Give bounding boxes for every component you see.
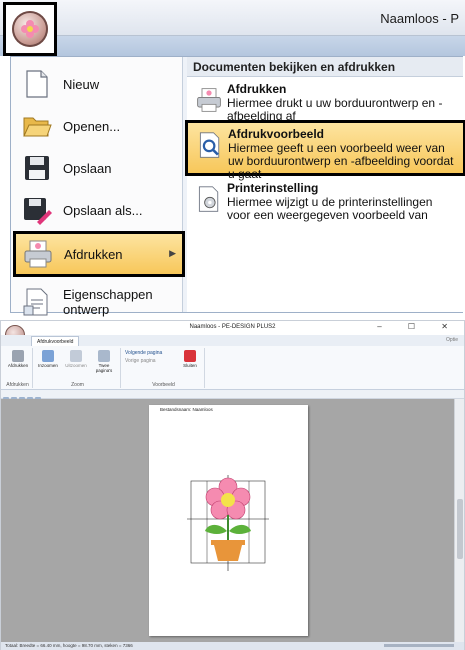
ribbon-group-preview: Volgende pagina Vorige pagina Sluiten Vo… — [123, 348, 205, 388]
submenu-item-title: Afdrukvoorbeeld — [228, 127, 325, 141]
submenu-item-title: Printerinstelling — [227, 181, 319, 195]
menu-item-save[interactable]: Opslaan — [15, 145, 179, 191]
printer-icon — [22, 238, 54, 270]
button-label: Volgende pagina — [125, 350, 163, 356]
two-pages-icon — [98, 350, 110, 362]
menu-item-print[interactable]: Afdrukken ▶ — [13, 231, 185, 277]
print-preview-icon — [196, 131, 224, 159]
menu-item-open[interactable]: Openen... — [15, 103, 179, 149]
options-menu[interactable]: Optie — [446, 337, 458, 343]
window-title-bar: Naamloos - PE-DESIGN PLUS2 – ☐ ✕ — [1, 321, 464, 335]
scrollbar-thumb[interactable] — [457, 499, 463, 559]
menu-commands: Nieuw Openen... Opslaan Opslaan als... A… — [11, 57, 185, 317]
floppy-disk-icon — [21, 152, 53, 184]
title-bar: Naamloos - P — [0, 0, 465, 36]
ribbon-group-zoom: Inzoomen Uitzoomen Twee pagina's Zoom — [35, 348, 121, 388]
menu-item-label: Nieuw — [63, 76, 100, 92]
submenu-item-title: Afdrukken — [227, 82, 287, 96]
submenu-item-description: Hiermee geeft u een voorbeeld weer van u… — [228, 141, 454, 181]
preview-canvas: Bestandsnaam: Naamloos — [1, 399, 454, 642]
two-pages-button[interactable]: Twee pagina's — [93, 350, 115, 373]
ribbon: Afdrukken Afdrukken Inzoomen Uitzoomen T… — [1, 346, 464, 390]
menu-item-label: Afdrukken — [64, 246, 123, 262]
button-label: Vorige pagina — [125, 358, 156, 364]
group-label: Afdrukken — [6, 382, 29, 388]
ribbon-tab-strip — [0, 36, 465, 56]
printer-icon — [12, 350, 24, 362]
status-bar: Totaal: Breedte = 66.40 mm, hoogte = 98.… — [1, 642, 464, 650]
button-label: Inzoomen — [38, 363, 58, 368]
print-preview-window: Naamloos - PE-DESIGN PLUS2 – ☐ ✕ Afdrukv… — [0, 320, 465, 650]
page-filename: Bestandsnaam: Naamloos — [160, 407, 213, 412]
button-label: Afdrukken — [7, 363, 29, 368]
status-text: Totaal: Breedte = 66.40 mm, hoogte = 98.… — [5, 643, 133, 648]
printer-settings-icon — [195, 185, 223, 213]
submenu-panel: Documenten bekijken en afdrukken Afdrukk… — [185, 57, 465, 312]
menu-item-label: Opslaan als... — [63, 202, 143, 218]
zoom-out-button[interactable]: Uitzoomen — [65, 350, 87, 368]
submenu-item-printer-settings[interactable]: Printerinstelling Hiermee wijzigt u de p… — [187, 177, 463, 229]
next-page-button[interactable]: Volgende pagina — [125, 350, 162, 356]
application-menu-panel: Naamloos - P Nieuw Openen... Opslaan Ops… — [0, 0, 465, 317]
submenu-header: Documenten bekijken en afdrukken — [187, 57, 463, 77]
document-properties-icon — [21, 286, 53, 318]
submenu-item-print-preview[interactable]: Afdrukvoorbeeld Hiermee geeft u een voor… — [185, 120, 465, 181]
ribbon-tabs: Afdrukvoorbeeld Optie — [1, 335, 464, 346]
application-orb-icon — [12, 11, 48, 47]
window-title: Naamloos - P — [380, 11, 459, 26]
close-preview-button[interactable]: Sluiten — [179, 350, 201, 368]
button-label: Uitzoomen — [65, 363, 87, 368]
printer-icon — [195, 86, 223, 114]
group-label: Zoom — [71, 382, 84, 388]
zoom-slider[interactable] — [384, 644, 454, 647]
group-label: Voorbeeld — [152, 382, 175, 388]
menu-item-label: Openen... — [63, 118, 121, 134]
button-label: Twee pagina's — [95, 363, 113, 373]
file-menu: Nieuw Openen... Opslaan Opslaan als... A… — [10, 56, 465, 317]
menu-item-new[interactable]: Nieuw — [15, 61, 179, 107]
menu-item-save-as[interactable]: Opslaan als... — [15, 187, 179, 233]
embroidery-design — [187, 475, 269, 571]
close-icon — [184, 350, 196, 362]
zoom-in-icon — [42, 350, 54, 362]
preview-page: Bestandsnaam: Naamloos — [149, 405, 308, 636]
vertical-scrollbar[interactable] — [454, 399, 464, 642]
menu-item-design-properties[interactable]: Eigenschappen ontwerp — [15, 279, 179, 325]
previous-page-button[interactable]: Vorige pagina — [125, 358, 156, 364]
print-button[interactable]: Afdrukken — [7, 350, 29, 368]
window-controls[interactable]: – ☐ ✕ — [377, 322, 460, 331]
menu-item-label: Eigenschappen ontwerp — [63, 287, 153, 317]
new-document-icon — [21, 68, 53, 100]
menu-item-label: Opslaan — [63, 160, 112, 176]
submenu-item-description: Hiermee wijzigt u de printerinstellingen… — [227, 195, 433, 222]
zoom-out-icon — [70, 350, 82, 362]
save-as-icon — [21, 194, 53, 226]
ribbon-group-print: Afdrukken Afdrukken — [3, 348, 33, 388]
zoom-in-button[interactable]: Inzoomen — [37, 350, 59, 368]
button-label: Sluiten — [183, 363, 197, 368]
quick-access-toolbar — [1, 390, 464, 403]
submenu-arrow-icon: ▶ — [169, 248, 176, 258]
tab-print-preview[interactable]: Afdrukvoorbeeld — [31, 336, 80, 346]
application-button[interactable] — [3, 2, 57, 56]
open-folder-icon — [21, 110, 53, 142]
